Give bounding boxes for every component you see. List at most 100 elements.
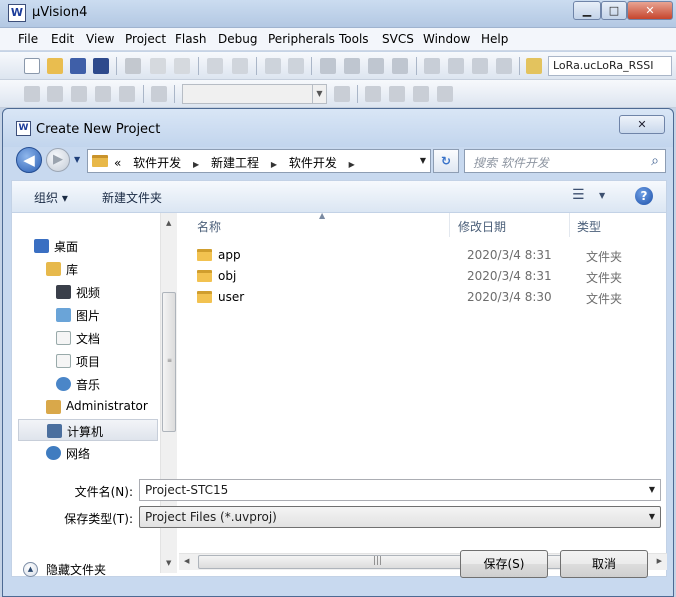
find-target-field[interactable]: LoRa.ucLoRa_RSSI [548,56,672,76]
address-bar[interactable]: « 软件开发 ▶ 新建工程 ▶ 软件开发 ▶ ▼ [87,149,431,173]
redo-icon[interactable] [232,58,248,74]
breadcrumb-item[interactable]: 软件开发 [289,156,337,170]
undo-icon[interactable] [207,58,223,74]
breadcrumb-item[interactable]: 软件开发 [133,156,181,170]
menu-peripherals[interactable]: Peripherals [268,32,335,46]
create-project-dialog: W Create New Project ✕ ◀ ▶ ▼ « 软件开发 ▶ 新建… [2,108,674,597]
scroll-left-icon[interactable]: ◀ [184,557,189,565]
tree-item-desktop[interactable]: 桌面 [34,235,154,257]
download-icon[interactable] [151,86,167,102]
chevron-down-icon[interactable]: ▼ [599,191,605,200]
tree-item-administrator[interactable]: Administrator [46,396,158,418]
recent-locations-icon[interactable]: ▼ [74,155,80,164]
breadcrumb-separator-icon[interactable]: ▶ [271,160,277,169]
batch-build-icon[interactable] [95,86,111,102]
target-select[interactable]: ▼ [182,84,327,104]
column-divider[interactable] [569,213,570,237]
help-icon[interactable]: ? [635,187,653,205]
bookmark-next-icon[interactable] [368,58,384,74]
menu-view[interactable]: View [86,32,114,46]
refresh-button[interactable]: ↻ [433,149,459,173]
column-header-name[interactable]: 名称 [197,218,221,242]
bookmark-clear-icon[interactable] [392,58,408,74]
cancel-button[interactable]: 取消 [560,550,648,578]
tree-item-documents[interactable]: 文档 [56,327,154,349]
menu-tools[interactable]: Tools [339,32,369,46]
chevron-up-icon: ▲ [23,562,38,577]
build-icon[interactable] [47,86,63,102]
menu-edit[interactable]: Edit [51,32,74,46]
copy-icon[interactable] [150,58,166,74]
rebuild-icon[interactable] [71,86,87,102]
file-row[interactable]: user 2020/3/4 8:30 文件夹 [197,288,657,308]
column-divider[interactable] [449,213,450,237]
unindent-icon[interactable] [448,58,464,74]
menu-window[interactable]: Window [423,32,470,46]
breadcrumb-overflow[interactable]: « [114,156,121,170]
views-icon[interactable]: ☰ [572,187,585,203]
dialog-close-button[interactable]: ✕ [619,115,665,134]
tree-item-projects[interactable]: 项目 [56,350,154,372]
tree-item-libraries[interactable]: 库 [46,258,154,280]
menu-svcs[interactable]: SVCS [382,32,414,46]
tree-item-videos[interactable]: 视频 [56,281,154,303]
close-button[interactable]: ✕ [627,1,673,20]
menu-project[interactable]: Project [125,32,166,46]
nav-back-icon[interactable] [265,58,281,74]
cut-icon[interactable] [125,58,141,74]
scroll-up-icon[interactable]: ▲ [166,219,171,227]
tree-item-pictures[interactable]: 图片 [56,304,154,326]
chevron-down-icon[interactable]: ▼ [420,156,426,165]
filename-input[interactable]: Project-STC15 ▼ [139,479,661,501]
stop-build-icon[interactable] [119,86,135,102]
manage-components-icon[interactable] [365,86,381,102]
search-input[interactable]: 搜索 软件开发 ⌕ [464,149,666,173]
breadcrumb-separator-icon[interactable]: ▶ [349,160,355,169]
paste-icon[interactable] [174,58,190,74]
menu-file[interactable]: File [18,32,38,46]
tree-item-music[interactable]: 音乐 [56,373,154,395]
nav-forward-icon[interactable] [288,58,304,74]
books-icon[interactable] [413,86,429,102]
tree-item-network[interactable]: 网络 [46,442,158,464]
scroll-down-icon[interactable]: ▼ [166,559,171,567]
uncomment-icon[interactable] [496,58,512,74]
breadcrumb-item[interactable]: 新建工程 [211,156,259,170]
save-all-icon[interactable] [93,58,109,74]
save-icon[interactable] [70,58,86,74]
maximize-button[interactable]: □ [601,1,627,20]
save-button[interactable]: 保存(S) [460,550,548,578]
tree-item-computer[interactable]: 计算机 [18,419,158,441]
chevron-down-icon[interactable]: ▼ [649,485,655,494]
column-header-type[interactable]: 类型 [577,218,601,242]
select-packs-icon[interactable] [389,86,405,102]
bookmark-prev-icon[interactable] [344,58,360,74]
indent-icon[interactable] [424,58,440,74]
filetype-select[interactable]: Project Files (*.uvproj) ▼ [139,506,661,528]
menu-bar: File Edit View Project Flash Debug Perip… [0,28,676,51]
forward-button[interactable]: ▶ [46,148,70,172]
target-options-icon[interactable] [334,86,350,102]
column-header-date[interactable]: 修改日期 [458,218,506,242]
find-in-files-icon[interactable] [526,58,542,74]
organize-button[interactable]: 组织 ▾ [34,189,68,206]
bookmark-icon[interactable] [320,58,336,74]
new-folder-button[interactable]: 新建文件夹 [102,189,162,206]
new-file-icon[interactable] [24,58,40,74]
scroll-right-icon[interactable]: ▶ [657,557,662,565]
translate-icon[interactable] [24,86,40,102]
file-row[interactable]: app 2020/3/4 8:31 文件夹 [197,246,657,266]
menu-help[interactable]: Help [481,32,508,46]
breadcrumb-separator-icon[interactable]: ▶ [193,160,199,169]
scroll-thumb[interactable]: ≡ [162,292,176,432]
open-folder-icon[interactable] [47,58,63,74]
search-icon: ⌕ [651,153,659,169]
file-row[interactable]: obj 2020/3/4 8:31 文件夹 [197,267,657,287]
comment-icon[interactable] [472,58,488,74]
toolbar-separator [311,57,312,75]
templates-icon[interactable] [437,86,453,102]
back-button[interactable]: ◀ [16,147,42,173]
minimize-button[interactable]: ▁ [573,1,601,20]
menu-flash[interactable]: Flash [175,32,206,46]
menu-debug[interactable]: Debug [218,32,257,46]
